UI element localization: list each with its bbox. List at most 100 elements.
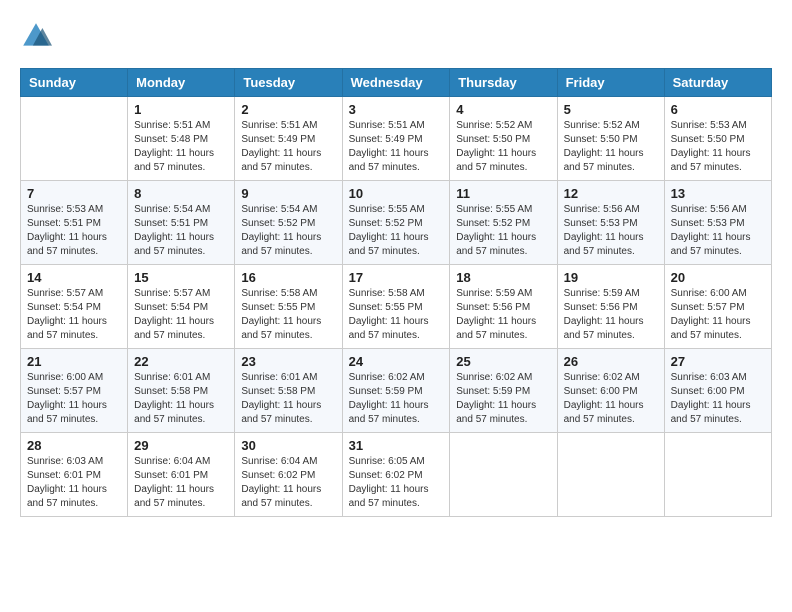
day-info: Sunrise: 5:59 AM Sunset: 5:56 PM Dayligh… bbox=[456, 287, 550, 343]
day-info: Sunrise: 6:01 AM Sunset: 5:58 PM Dayligh… bbox=[241, 371, 335, 427]
calendar-cell: 5Sunrise: 5:52 AM Sunset: 5:50 PM Daylig… bbox=[557, 97, 664, 181]
calendar-cell: 12 Sunrise: 5:56 AM Sunset: 5:53 PM Dayli… bbox=[557, 181, 664, 265]
day-number: 23 bbox=[241, 354, 335, 369]
calendar-cell: 21 Sunrise: 6:00 AM Sunset: 5:57 PM Dayli… bbox=[21, 349, 128, 433]
day-info: Sunrise: 5:57 AM Sunset: 5:54 PM Dayligh… bbox=[27, 287, 121, 343]
day-info: Sunrise: 6:00 AM Sunset: 5:57 PM Dayligh… bbox=[27, 371, 121, 427]
day-info: Sunrise: 5:56 AM Sunset: 5:53 PM Dayligh… bbox=[564, 203, 658, 259]
day-number: 26 bbox=[564, 354, 658, 369]
day-of-week-header: Friday bbox=[557, 69, 664, 97]
calendar-cell: 10 Sunrise: 5:55 AM Sunset: 5:52 PM Dayli… bbox=[342, 181, 450, 265]
day-number: 11 bbox=[456, 186, 550, 201]
day-number: 2 bbox=[241, 102, 335, 117]
calendar-cell: 22 Sunrise: 6:01 AM Sunset: 5:58 PM Dayli… bbox=[128, 349, 235, 433]
calendar-cell: 15 Sunrise: 5:57 AM Sunset: 5:54 PM Dayli… bbox=[128, 265, 235, 349]
day-number: 4 bbox=[456, 102, 550, 117]
calendar-cell: 8 Sunrise: 5:54 AM Sunset: 5:51 PM Daylig… bbox=[128, 181, 235, 265]
calendar-cell: 30Sunrise: 6:04 AM Sunset: 6:02 PM Dayli… bbox=[235, 433, 342, 517]
day-info: Sunrise: 6:02 AM Sunset: 6:00 PM Dayligh… bbox=[564, 371, 658, 427]
day-info: Sunrise: 5:56 AM Sunset: 5:53 PM Dayligh… bbox=[671, 203, 765, 259]
calendar-cell: 2 Sunrise: 5:51 AM Sunset: 5:49 PM Daylig… bbox=[235, 97, 342, 181]
day-number: 15 bbox=[134, 270, 228, 285]
day-info: Sunrise: 5:58 AM Sunset: 5:55 PM Dayligh… bbox=[349, 287, 444, 343]
calendar-cell: 9 Sunrise: 5:54 AM Sunset: 5:52 PM Daylig… bbox=[235, 181, 342, 265]
calendar-cell: 16Sunrise: 5:58 AM Sunset: 5:55 PM Dayli… bbox=[235, 265, 342, 349]
calendar-cell: 26 Sunrise: 6:02 AM Sunset: 6:00 PM Dayli… bbox=[557, 349, 664, 433]
day-number: 6 bbox=[671, 102, 765, 117]
calendar-cell: 11 Sunrise: 5:55 AM Sunset: 5:52 PM Dayli… bbox=[450, 181, 557, 265]
day-number: 24 bbox=[349, 354, 444, 369]
day-info: Sunrise: 5:54 AM Sunset: 5:52 PM Dayligh… bbox=[241, 203, 335, 259]
day-info: Sunrise: 5:51 AM Sunset: 5:49 PM Dayligh… bbox=[349, 119, 444, 175]
day-info: Sunrise: 5:57 AM Sunset: 5:54 PM Dayligh… bbox=[134, 287, 228, 343]
calendar-cell: 31 Sunrise: 6:05 AM Sunset: 6:02 PM Dayli… bbox=[342, 433, 450, 517]
calendar-cell: 29 Sunrise: 6:04 AM Sunset: 6:01 PM Dayli… bbox=[128, 433, 235, 517]
day-number: 12 bbox=[564, 186, 658, 201]
calendar-cell: 17Sunrise: 5:58 AM Sunset: 5:55 PM Dayli… bbox=[342, 265, 450, 349]
day-of-week-header: Thursday bbox=[450, 69, 557, 97]
day-info: Sunrise: 5:58 AM Sunset: 5:55 PM Dayligh… bbox=[241, 287, 335, 343]
day-info: Sunrise: 5:55 AM Sunset: 5:52 PM Dayligh… bbox=[456, 203, 550, 259]
calendar-table: SundayMondayTuesdayWednesdayThursdayFrid… bbox=[20, 68, 772, 517]
header-row: SundayMondayTuesdayWednesdayThursdayFrid… bbox=[21, 69, 772, 97]
calendar-cell bbox=[557, 433, 664, 517]
header bbox=[20, 20, 772, 52]
day-number: 18 bbox=[456, 270, 550, 285]
calendar-cell: 3 Sunrise: 5:51 AM Sunset: 5:49 PM Daylig… bbox=[342, 97, 450, 181]
day-info: Sunrise: 5:59 AM Sunset: 5:56 PM Dayligh… bbox=[564, 287, 658, 343]
day-number: 14 bbox=[27, 270, 121, 285]
day-of-week-header: Sunday bbox=[21, 69, 128, 97]
day-info: Sunrise: 5:53 AM Sunset: 5:51 PM Dayligh… bbox=[27, 203, 121, 259]
day-number: 25 bbox=[456, 354, 550, 369]
calendar-cell bbox=[664, 433, 771, 517]
day-info: Sunrise: 6:05 AM Sunset: 6:02 PM Dayligh… bbox=[349, 455, 444, 511]
day-of-week-header: Wednesday bbox=[342, 69, 450, 97]
day-info: Sunrise: 6:03 AM Sunset: 6:01 PM Dayligh… bbox=[27, 455, 121, 511]
calendar-cell: 13 Sunrise: 5:56 AM Sunset: 5:53 PM Dayli… bbox=[664, 181, 771, 265]
calendar-cell: 7 Sunrise: 5:53 AM Sunset: 5:51 PM Daylig… bbox=[21, 181, 128, 265]
day-number: 10 bbox=[349, 186, 444, 201]
day-number: 22 bbox=[134, 354, 228, 369]
day-number: 9 bbox=[241, 186, 335, 201]
day-info: Sunrise: 5:55 AM Sunset: 5:52 PM Dayligh… bbox=[349, 203, 444, 259]
day-info: Sunrise: 6:04 AM Sunset: 6:01 PM Dayligh… bbox=[134, 455, 228, 511]
logo bbox=[20, 20, 56, 52]
day-number: 31 bbox=[349, 438, 444, 453]
calendar-week-row: 1 Sunrise: 5:51 AM Sunset: 5:48 PM Daylig… bbox=[21, 97, 772, 181]
day-info: Sunrise: 6:01 AM Sunset: 5:58 PM Dayligh… bbox=[134, 371, 228, 427]
day-number: 21 bbox=[27, 354, 121, 369]
calendar-week-row: 21 Sunrise: 6:00 AM Sunset: 5:57 PM Dayli… bbox=[21, 349, 772, 433]
day-info: Sunrise: 6:02 AM Sunset: 5:59 PM Dayligh… bbox=[349, 371, 444, 427]
day-number: 7 bbox=[27, 186, 121, 201]
day-info: Sunrise: 6:02 AM Sunset: 5:59 PM Dayligh… bbox=[456, 371, 550, 427]
calendar-week-row: 7 Sunrise: 5:53 AM Sunset: 5:51 PM Daylig… bbox=[21, 181, 772, 265]
day-info: Sunrise: 6:00 AM Sunset: 5:57 PM Dayligh… bbox=[671, 287, 765, 343]
day-of-week-header: Tuesday bbox=[235, 69, 342, 97]
calendar-cell: 6Sunrise: 5:53 AM Sunset: 5:50 PM Daylig… bbox=[664, 97, 771, 181]
calendar-cell: 24 Sunrise: 6:02 AM Sunset: 5:59 PM Dayli… bbox=[342, 349, 450, 433]
day-info: Sunrise: 5:54 AM Sunset: 5:51 PM Dayligh… bbox=[134, 203, 228, 259]
day-number: 1 bbox=[134, 102, 228, 117]
day-number: 3 bbox=[349, 102, 444, 117]
day-info: Sunrise: 5:51 AM Sunset: 5:49 PM Dayligh… bbox=[241, 119, 335, 175]
calendar-week-row: 28 Sunrise: 6:03 AM Sunset: 6:01 PM Dayli… bbox=[21, 433, 772, 517]
day-of-week-header: Monday bbox=[128, 69, 235, 97]
calendar-header: SundayMondayTuesdayWednesdayThursdayFrid… bbox=[21, 69, 772, 97]
day-info: Sunrise: 5:52 AM Sunset: 5:50 PM Dayligh… bbox=[456, 119, 550, 175]
day-number: 19 bbox=[564, 270, 658, 285]
day-info: Sunrise: 5:52 AM Sunset: 5:50 PM Dayligh… bbox=[564, 119, 658, 175]
day-number: 13 bbox=[671, 186, 765, 201]
calendar-body: 1 Sunrise: 5:51 AM Sunset: 5:48 PM Daylig… bbox=[21, 97, 772, 517]
calendar-cell bbox=[450, 433, 557, 517]
day-info: Sunrise: 5:51 AM Sunset: 5:48 PM Dayligh… bbox=[134, 119, 228, 175]
day-number: 29 bbox=[134, 438, 228, 453]
day-of-week-header: Saturday bbox=[664, 69, 771, 97]
day-number: 8 bbox=[134, 186, 228, 201]
calendar-cell: 1 Sunrise: 5:51 AM Sunset: 5:48 PM Daylig… bbox=[128, 97, 235, 181]
calendar-cell bbox=[21, 97, 128, 181]
calendar-cell: 28 Sunrise: 6:03 AM Sunset: 6:01 PM Dayli… bbox=[21, 433, 128, 517]
day-number: 28 bbox=[27, 438, 121, 453]
calendar-cell: 23 Sunrise: 6:01 AM Sunset: 5:58 PM Dayli… bbox=[235, 349, 342, 433]
day-number: 20 bbox=[671, 270, 765, 285]
calendar-cell: 4 Sunrise: 5:52 AM Sunset: 5:50 PM Daylig… bbox=[450, 97, 557, 181]
